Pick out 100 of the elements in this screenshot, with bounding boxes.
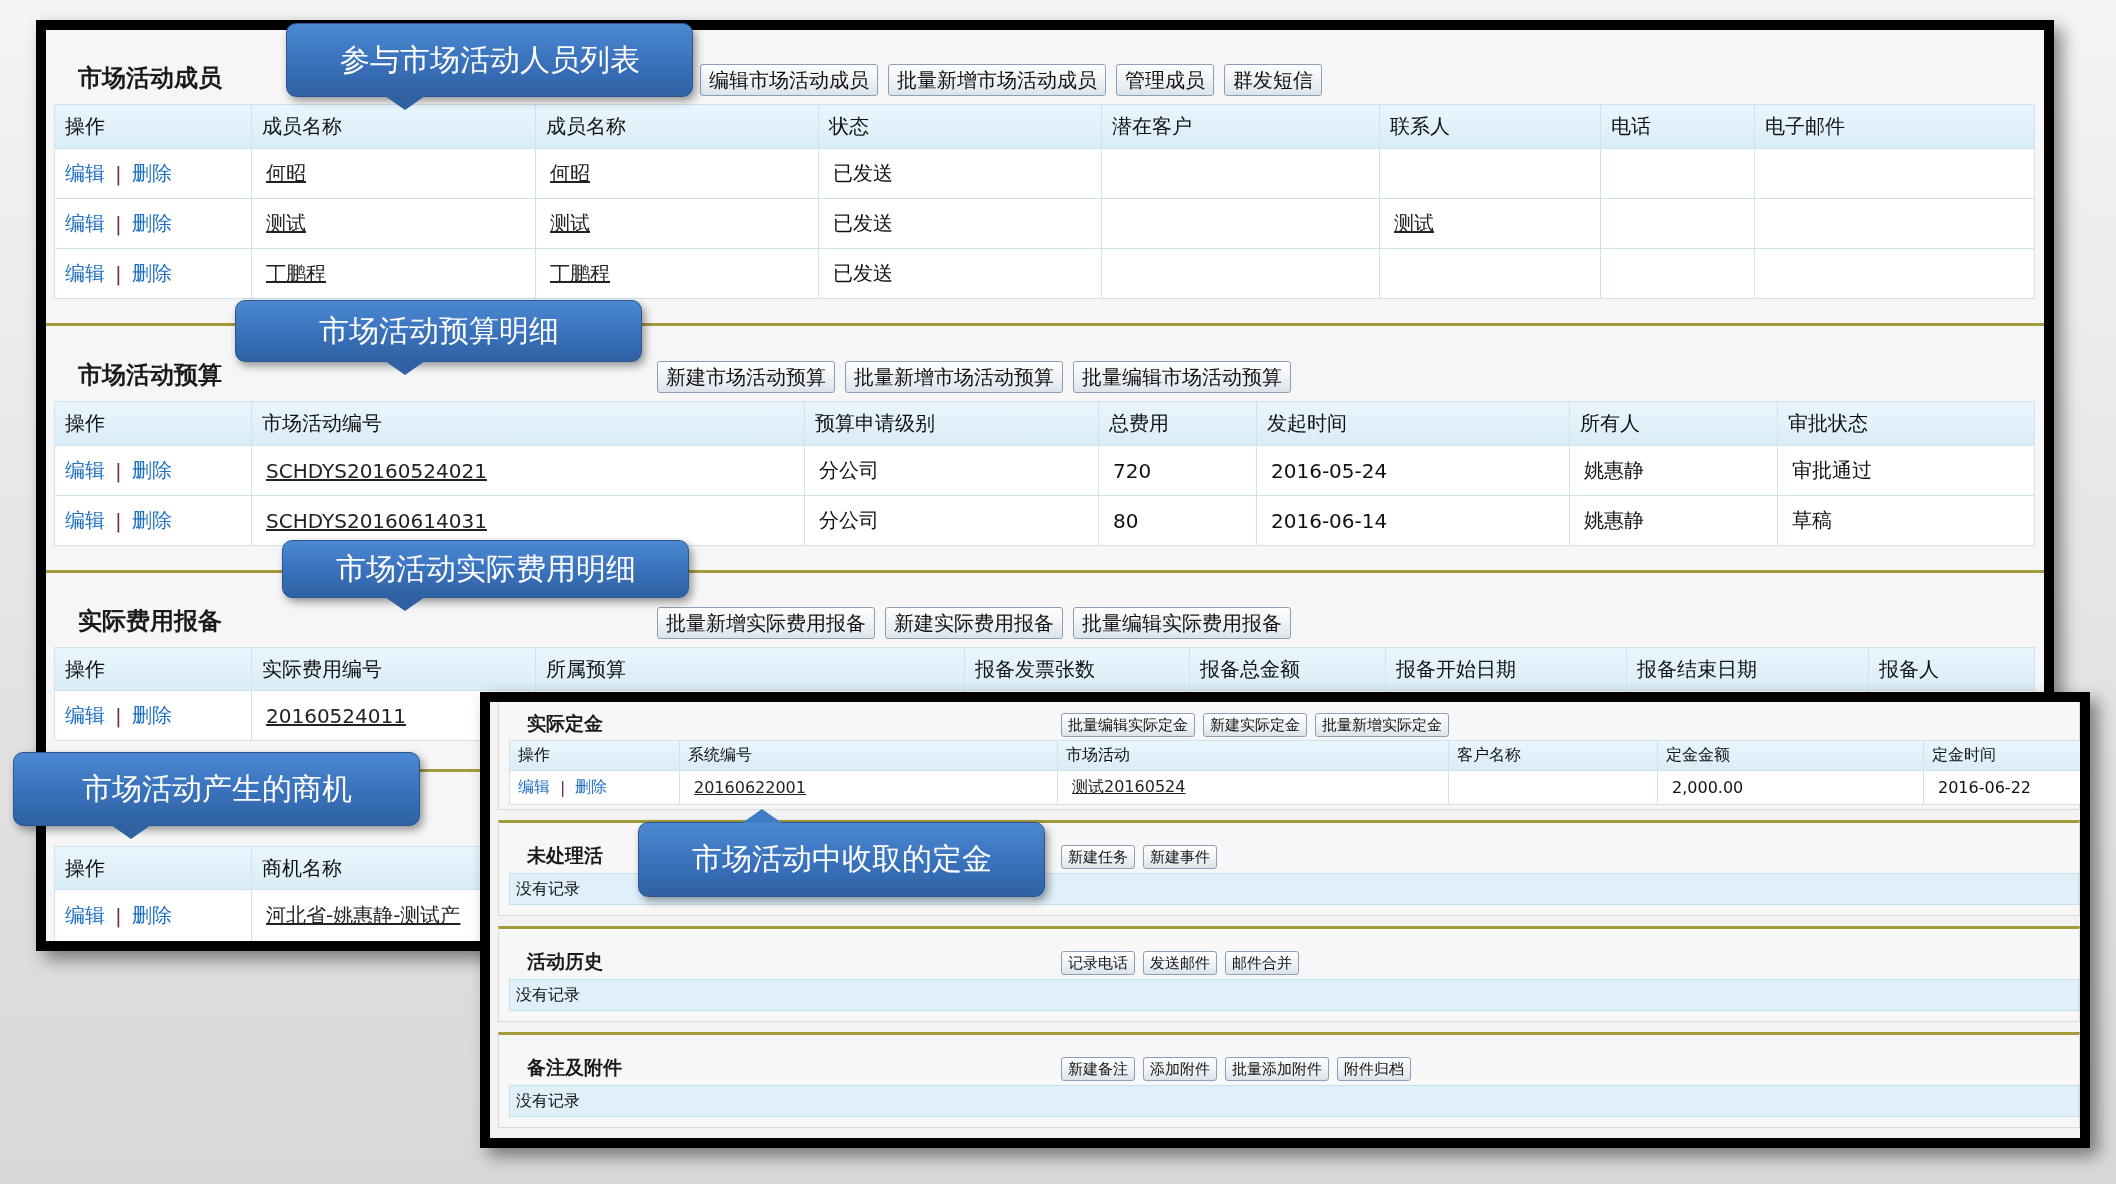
section-title: 实际定金 [527,712,603,734]
edit-link[interactable]: 编辑 [65,507,105,534]
toolbar-button[interactable]: 批量新增实际费用报备 [657,607,875,639]
record-link[interactable]: 河北省-姚惠静-测试产 [266,902,461,929]
link-separator: | [115,261,122,286]
column-header: 定金金额 [1658,741,1924,771]
delete-link[interactable]: 删除 [131,702,172,729]
section-title: 活动历史 [527,950,603,972]
delete-link[interactable]: 删除 [131,160,172,187]
cell-text: 已发送 [833,160,893,187]
link-separator: | [115,211,122,236]
record-link[interactable]: 测试 [550,210,590,237]
record-link[interactable]: SCHDYS20160524021 [266,458,487,483]
section-title: 实际费用报备 [78,607,222,635]
callout-tail [111,825,151,839]
column-header: 系统编号 [680,741,1058,771]
delete-link[interactable]: 删除 [131,260,172,287]
link-separator: | [115,703,122,728]
toolbar-button[interactable]: 批量编辑实际费用报备 [1073,607,1291,639]
edit-link[interactable]: 编辑 [65,210,105,237]
cell-text: 720 [1113,458,1152,483]
callout: 市场活动中收取的定金 [638,822,1045,897]
toolbar-button[interactable]: 新建市场活动预算 [657,361,835,393]
record-link[interactable]: 测试20160524 [1072,777,1186,798]
link-separator: | [115,508,122,533]
column-header: 总费用 [1099,402,1257,446]
column-header: 报备人 [1869,648,2035,691]
toolbar-button[interactable]: 邮件合并 [1225,951,1299,975]
delete-link[interactable]: 删除 [131,210,172,237]
toolbar-button[interactable]: 批量添加附件 [1225,1057,1329,1081]
column-header: 市场活动 [1058,741,1449,771]
record-link[interactable]: 测试 [266,210,306,237]
record-link[interactable]: 测试 [1394,210,1434,237]
record-link[interactable]: SCHDYS20160614031 [266,508,487,533]
toolbar-button[interactable]: 批量新增市场活动成员 [888,64,1106,96]
callout: 参与市场活动人员列表 [286,23,693,97]
edit-link[interactable]: 编辑 [65,457,105,484]
delete-link[interactable]: 删除 [575,777,608,798]
column-header: 电话 [1601,105,1755,149]
cell-text: 80 [1113,508,1139,533]
empty-message: 没有记录 [509,979,2079,1011]
cell-text: 2016-06-22 [1938,778,2031,797]
column-header: 操作 [55,648,252,691]
toolbar-button[interactable]: 群发短信 [1224,64,1322,96]
section-title: 备注及附件 [527,1056,622,1078]
toolbar-button[interactable]: 批量编辑市场活动预算 [1073,361,1291,393]
callout: 市场活动实际费用明细 [282,540,689,598]
column-header: 电子邮件 [1755,105,2035,149]
toolbar-button[interactable]: 附件归档 [1337,1057,1411,1081]
column-header: 成员名称 [536,105,819,149]
section-title: 市场活动成员 [78,64,222,92]
toolbar-button[interactable]: 新建任务 [1061,845,1135,869]
toolbar-button[interactable]: 发送邮件 [1143,951,1217,975]
callout-tail [385,597,425,611]
cell-text: 分公司 [819,457,879,484]
delete-link[interactable]: 删除 [131,457,172,484]
cell-text: 2016-06-14 [1271,508,1388,533]
record-link[interactable]: 20160524011 [266,703,406,728]
edit-link[interactable]: 编辑 [65,702,105,729]
cell-text: 姚惠静 [1584,457,1644,484]
column-header: 发起时间 [1257,402,1570,446]
record-link[interactable]: 20160622001 [694,778,806,797]
cell-text: 草稿 [1792,507,1832,534]
toolbar-button[interactable]: 管理成员 [1116,64,1214,96]
column-header: 实际费用编号 [252,648,536,691]
section-title: 市场活动预算 [78,361,222,389]
record-link[interactable]: 丁鹏程 [550,260,610,287]
column-header: 操作 [55,105,252,149]
column-header: 操作 [510,741,680,771]
record-link[interactable]: 何昭 [266,160,306,187]
toolbar-button[interactable]: 新建备注 [1061,1057,1135,1081]
record-link[interactable]: 丁鹏程 [266,260,326,287]
toolbar-button[interactable]: 记录电话 [1061,951,1135,975]
link-separator: | [115,161,122,186]
toolbar-button[interactable]: 批量编辑实际定金 [1061,713,1195,737]
column-header: 预算申请级别 [805,402,1099,446]
edit-link[interactable]: 编辑 [65,160,105,187]
delete-link[interactable]: 删除 [131,507,172,534]
column-header: 报备结束日期 [1627,648,1869,691]
toolbar-button[interactable]: 新建实际定金 [1203,713,1307,737]
toolbar-button[interactable]: 新建实际费用报备 [885,607,1063,639]
column-header: 潜在客户 [1102,105,1380,149]
link-separator: | [115,458,122,483]
edit-link[interactable]: 编辑 [518,777,550,798]
edit-link[interactable]: 编辑 [65,260,105,287]
record-link[interactable]: 何昭 [550,160,590,187]
toolbar-button[interactable]: 编辑市场活动成员 [700,64,878,96]
cell-text: 2016-05-24 [1271,458,1388,483]
toolbar-button[interactable]: 批量新增市场活动预算 [845,361,1063,393]
edit-link[interactable]: 编辑 [65,902,105,929]
cell-text: 姚惠静 [1584,507,1644,534]
toolbar-button[interactable]: 添加附件 [1143,1057,1217,1081]
toolbar-button[interactable]: 批量新增实际定金 [1315,713,1449,737]
callout-tail [385,361,425,375]
column-header: 报备发票张数 [965,648,1190,691]
callout: 市场活动预算明细 [235,300,642,362]
toolbar-button[interactable]: 新建事件 [1143,845,1217,869]
delete-link[interactable]: 删除 [131,902,172,929]
cell-text: 已发送 [833,260,893,287]
cell-text: 分公司 [819,507,879,534]
